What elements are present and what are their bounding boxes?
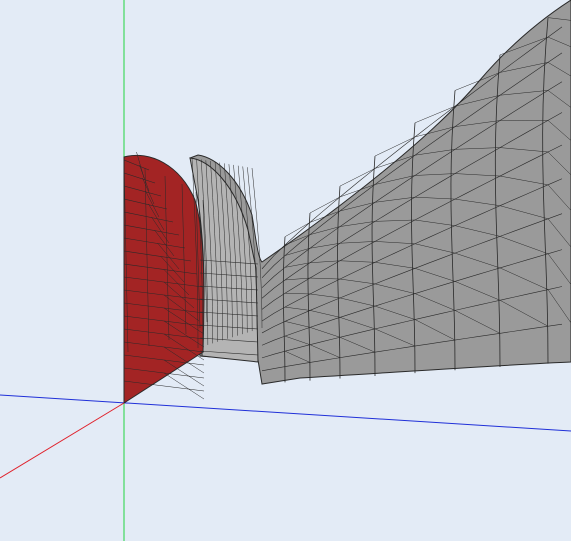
mesh-scene[interactable] [0,0,571,541]
x-axis-line [0,402,125,479]
3d-viewport[interactable] [0,0,571,541]
mesh-edge [163,372,205,400]
z-axis-line [0,394,571,432]
mesh-cut-face[interactable] [123,154,205,404]
